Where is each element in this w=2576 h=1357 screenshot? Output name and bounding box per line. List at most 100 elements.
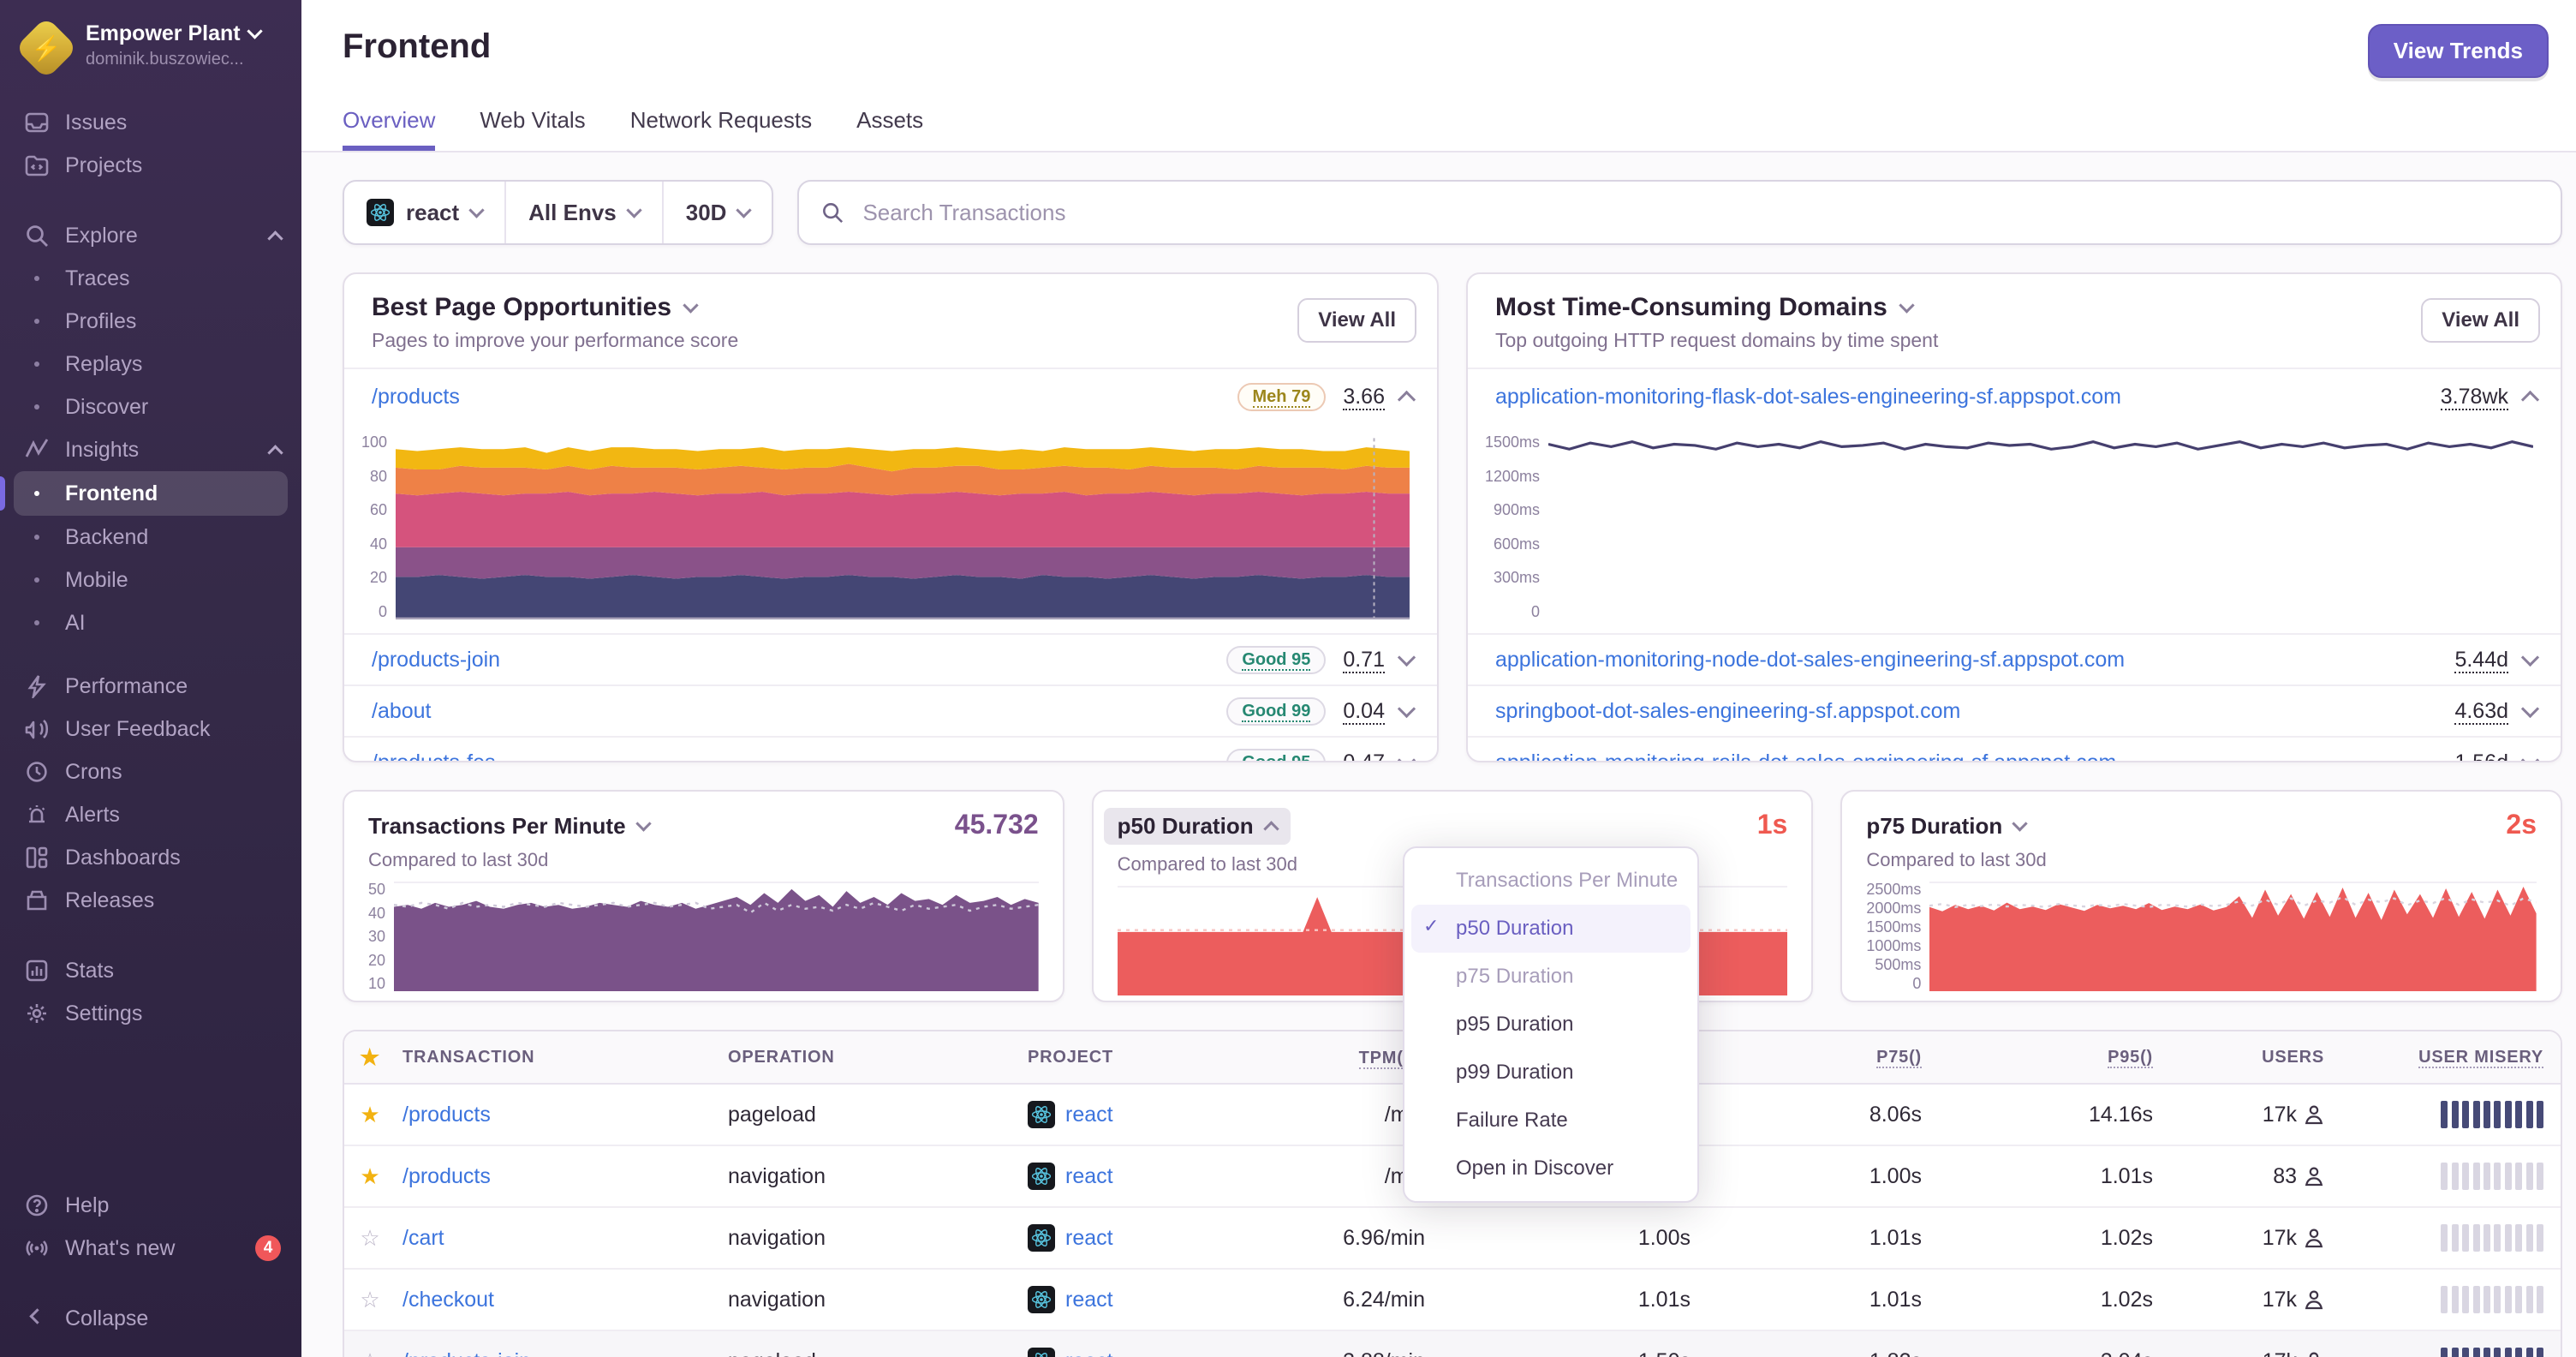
project-link[interactable]: react <box>1065 1288 1113 1312</box>
tab-overview[interactable]: Overview <box>343 107 435 151</box>
sidebar-item-stats[interactable]: Stats <box>0 949 301 992</box>
sidebar-item-crons[interactable]: Crons <box>0 750 301 793</box>
transaction-link[interactable]: /products <box>402 1164 491 1188</box>
menu-item[interactable]: p50 Duration <box>1411 905 1690 953</box>
time-spent-value[interactable]: 5.44d <box>2454 647 2508 673</box>
star-toggle[interactable]: ☆ <box>344 1287 396 1313</box>
tab-network-requests[interactable]: Network Requests <box>630 107 812 151</box>
score-badge[interactable]: Meh 79 <box>1237 382 1327 411</box>
page-row[interactable]: /about Good 99 0.04 <box>344 684 1437 736</box>
sidebar-group-explore[interactable]: Explore <box>0 214 301 257</box>
transaction-link[interactable]: /products <box>402 1103 491 1127</box>
metric-selector-open[interactable]: p50 Duration <box>1103 808 1291 845</box>
transaction-link[interactable]: /products <box>372 385 1237 409</box>
domain-link[interactable]: application-monitoring-rails-dot-sales-e… <box>1495 750 2437 762</box>
transaction-link[interactable]: /checkout <box>402 1288 494 1312</box>
sidebar-item-help[interactable]: Help <box>0 1184 301 1227</box>
page-row-expanded[interactable]: /products Meh 79 3.66 <box>344 368 1437 424</box>
table-row[interactable]: ☆ /products-join pageload react 3.88/min… <box>344 1330 2561 1357</box>
org-switcher[interactable]: ⚡ Empower Plant dominik.buszowiec... <box>0 0 301 87</box>
column-transaction[interactable]: TRANSACTION <box>396 1048 721 1067</box>
transaction-link[interactable]: /about <box>372 699 1226 724</box>
column-p95[interactable]: P95() <box>1929 1047 2160 1068</box>
page-row[interactable]: /products-fes Good 95 0.47 <box>344 736 1437 762</box>
domain-link[interactable]: application-monitoring-node-dot-sales-en… <box>1495 648 2437 673</box>
sidebar-item-issues[interactable]: Issues <box>0 101 301 144</box>
sidebar-item-projects[interactable]: Projects <box>0 144 301 187</box>
environment-filter[interactable]: All Envs <box>504 182 662 243</box>
domain-row[interactable]: application-monitoring-rails-dot-sales-e… <box>1468 736 2561 762</box>
view-all-button[interactable]: View All <box>1297 298 1416 343</box>
sidebar-collapse-button[interactable]: Collapse <box>0 1297 301 1340</box>
sidebar-item-dashboards[interactable]: Dashboards <box>0 836 301 879</box>
time-spent-value[interactable]: 4.63d <box>2454 698 2508 725</box>
sidebar-item-traces[interactable]: Traces <box>0 257 301 300</box>
page-row[interactable]: /products-join Good 95 0.71 <box>344 633 1437 684</box>
sidebar-item-discover[interactable]: Discover <box>0 386 301 428</box>
sidebar-item-frontend[interactable]: Frontend <box>0 471 288 516</box>
table-row[interactable]: ☆ /checkout navigation react 6.24/min 1.… <box>344 1268 2561 1330</box>
time-spent-value[interactable]: 3.78wk <box>2440 384 2508 410</box>
score-badge[interactable]: Good 99 <box>1226 696 1327 726</box>
search-input[interactable] <box>859 197 2540 228</box>
view-trends-button[interactable]: View Trends <box>2367 24 2549 78</box>
star-column-header[interactable]: ★ <box>344 1044 396 1071</box>
panel-title-row[interactable]: Best Page Opportunities <box>372 293 1413 322</box>
sidebar-group-insights[interactable]: Insights <box>0 428 301 471</box>
sidebar-item-mobile[interactable]: Mobile <box>0 559 301 601</box>
domain-row-expanded[interactable]: application-monitoring-flask-dot-sales-e… <box>1468 368 2561 424</box>
sidebar-item-replays[interactable]: Replays <box>0 343 301 386</box>
column-p75[interactable]: P75() <box>1697 1047 1929 1068</box>
transaction-link[interactable]: /products-join <box>372 648 1226 673</box>
menu-item[interactable]: p95 Duration <box>1411 1001 1690 1049</box>
view-all-button[interactable]: View All <box>2421 298 2540 343</box>
star-toggle[interactable]: ☆ <box>344 1225 396 1252</box>
project-link[interactable]: react <box>1065 1103 1113 1127</box>
domain-row[interactable]: application-monitoring-node-dot-sales-en… <box>1468 633 2561 684</box>
tab-web-vitals[interactable]: Web Vitals <box>480 107 585 151</box>
star-toggle[interactable]: ☆ <box>344 1348 396 1357</box>
date-range-filter[interactable]: 30D <box>661 182 772 243</box>
transaction-link[interactable]: /cart <box>402 1226 444 1250</box>
metric-selector[interactable]: p75 Duration <box>1866 813 2028 840</box>
sidebar-item-alerts[interactable]: Alerts <box>0 793 301 836</box>
time-spent-value[interactable]: 1.56d <box>2454 750 2508 761</box>
score-badge[interactable]: Good 95 <box>1226 748 1327 761</box>
star-toggle[interactable]: ★ <box>344 1102 396 1128</box>
column-project[interactable]: PROJECT <box>1021 1048 1226 1067</box>
transaction-link[interactable]: /products-join <box>402 1349 531 1357</box>
sidebar-item-whats-new[interactable]: What's new 4 <box>0 1227 301 1270</box>
sidebar-item-profiles[interactable]: Profiles <box>0 300 301 343</box>
project-link[interactable]: react <box>1065 1226 1113 1251</box>
domain-link[interactable]: application-monitoring-flask-dot-sales-e… <box>1495 385 2424 409</box>
panel-title-row[interactable]: Most Time-Consuming Domains <box>1495 293 2537 322</box>
opportunity-score[interactable]: 0.71 <box>1343 647 1385 673</box>
opportunity-score[interactable]: 0.47 <box>1343 750 1385 761</box>
project-filter[interactable]: react <box>344 182 504 243</box>
column-user-misery[interactable]: USER MISERY <box>2331 1047 2561 1068</box>
sidebar-item-backend[interactable]: Backend <box>0 516 301 559</box>
opportunity-score[interactable]: 0.04 <box>1343 698 1385 725</box>
column-tpm[interactable]: TPM()↓ <box>1226 1046 1432 1069</box>
menu-item[interactable]: p99 Duration <box>1411 1049 1690 1097</box>
table-row[interactable]: ☆ /cart navigation react 6.96/min 1.00s … <box>344 1206 2561 1268</box>
score-badge[interactable]: Good 95 <box>1226 645 1327 674</box>
menu-item[interactable]: Transactions Per Minute <box>1411 857 1690 905</box>
sidebar-item-ai[interactable]: AI <box>0 601 301 644</box>
tab-assets[interactable]: Assets <box>856 107 923 151</box>
metric-selector[interactable]: Transactions Per Minute <box>368 813 652 840</box>
transaction-link[interactable]: /products-fes <box>372 750 1226 762</box>
opportunity-score[interactable]: 3.66 <box>1343 384 1385 410</box>
star-toggle[interactable]: ★ <box>344 1163 396 1190</box>
sidebar-item-user-feedback[interactable]: User Feedback <box>0 708 301 750</box>
project-link[interactable]: react <box>1065 1349 1113 1357</box>
sidebar-item-settings[interactable]: Settings <box>0 992 301 1035</box>
menu-item[interactable]: p75 Duration <box>1411 953 1690 1001</box>
domain-row[interactable]: springboot-dot-sales-engineering-sf.apps… <box>1468 684 2561 736</box>
project-link[interactable]: react <box>1065 1164 1113 1189</box>
sidebar-item-performance[interactable]: Performance <box>0 665 301 708</box>
menu-item[interactable]: Failure Rate <box>1411 1097 1690 1145</box>
domain-link[interactable]: springboot-dot-sales-engineering-sf.apps… <box>1495 699 2437 724</box>
column-users[interactable]: USERS <box>2160 1048 2331 1067</box>
column-operation[interactable]: OPERATION <box>721 1048 1021 1067</box>
